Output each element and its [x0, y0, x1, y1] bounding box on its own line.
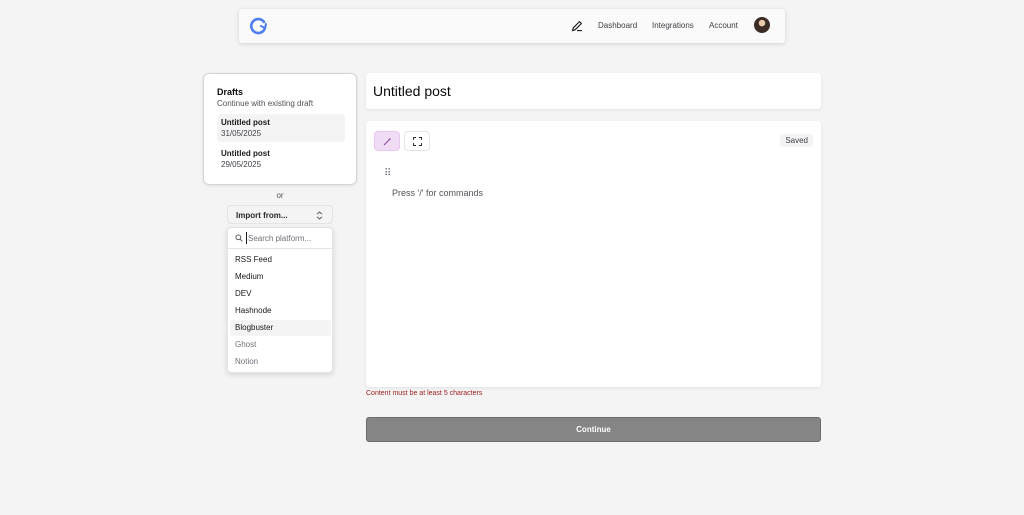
search-row [228, 228, 332, 249]
search-icon [235, 234, 243, 242]
fullscreen-icon [413, 137, 422, 146]
chevron-updown-icon [316, 211, 323, 220]
draft-date: 31/05/2025 [221, 129, 262, 138]
nav-account[interactable]: Account [709, 21, 738, 30]
draft-name: Untitled post [221, 118, 270, 127]
draft-name: Untitled post [221, 149, 270, 158]
drafts-subtitle: Continue with existing draft [217, 99, 314, 108]
option-ghost[interactable]: Ghost [230, 337, 331, 353]
option-blogbuster[interactable]: Blogbuster [230, 320, 331, 336]
drafts-title: Drafts [217, 87, 244, 97]
draft-item[interactable]: Untitled post 31/05/2025 [217, 114, 345, 142]
logo-icon[interactable] [249, 17, 267, 35]
magic-wand-button[interactable] [374, 131, 400, 151]
fullscreen-button[interactable] [404, 131, 430, 151]
option-notion[interactable]: Notion [230, 354, 331, 370]
top-navbar: Dashboard Integrations Account [239, 9, 785, 43]
option-hashnode[interactable]: Hashnode [230, 303, 331, 319]
nav-dashboard[interactable]: Dashboard [598, 21, 637, 30]
nav-integrations[interactable]: Integrations [652, 21, 694, 30]
drafts-card: Drafts Continue with existing draft Unti… [203, 73, 357, 185]
content-error-message: Content must be at least 5 characters [366, 390, 483, 397]
drag-handle-icon[interactable]: ⠿ [384, 169, 391, 179]
search-platform-input[interactable] [246, 232, 328, 244]
title-card: Untitled post [366, 73, 821, 109]
option-rss-feed[interactable]: RSS Feed [230, 252, 331, 268]
post-title-input[interactable]: Untitled post [373, 83, 451, 99]
option-medium[interactable]: Medium [230, 269, 331, 285]
editor-card: Saved ⠿ Press '/' for commands [366, 121, 821, 387]
magic-wand-icon [383, 137, 392, 146]
or-divider: or [276, 191, 284, 200]
save-status-badge: Saved [780, 134, 813, 147]
import-dropdown: RSS Feed Medium DEV Hashnode Blogbuster … [227, 227, 333, 373]
continue-button[interactable]: Continue [366, 417, 821, 442]
avatar[interactable] [754, 17, 770, 33]
draft-item[interactable]: Untitled post 29/05/2025 [217, 145, 345, 173]
editor-placeholder[interactable]: Press '/' for commands [392, 188, 483, 198]
pen-icon[interactable] [571, 20, 583, 32]
draft-date: 29/05/2025 [221, 160, 262, 169]
import-from-select[interactable]: Import from... [227, 205, 333, 224]
import-label: Import from... [236, 211, 288, 220]
option-dev[interactable]: DEV [230, 286, 331, 302]
